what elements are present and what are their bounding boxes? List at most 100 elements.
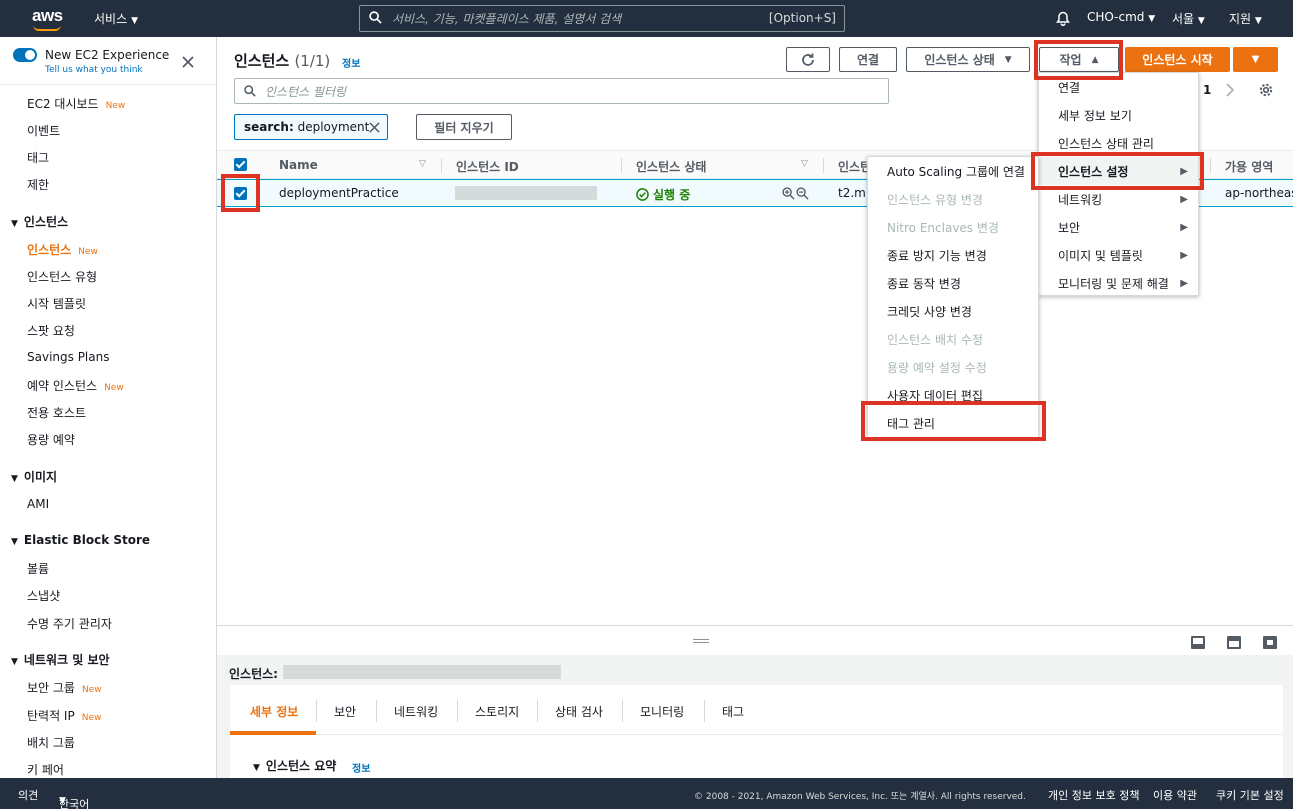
zoom-in-icon[interactable] [782,187,795,200]
panel-maximize-icon[interactable] [1263,636,1277,649]
sidebar-item-launch-templates[interactable]: 시작 템플릿 [27,295,86,312]
close-icon[interactable] [181,55,195,69]
row-checkbox[interactable] [234,187,247,200]
instance-type: t2.mi [838,186,870,200]
menu-item-view-details[interactable]: 세부 정보 보기 [1039,101,1198,129]
info-link[interactable]: 정보 [342,55,360,70]
sidebar-section-network-security[interactable]: ▼ 네트워크 및 보안 [11,651,110,668]
submenu-item-termination-protection[interactable]: 종료 방지 기능 변경 [868,241,1038,269]
menu-item-manage-instance-state[interactable]: 인스턴스 상태 관리 [1039,129,1198,157]
column-header-instance-state[interactable]: 인스턴스 상태 [636,158,706,175]
resize-grip-icon[interactable] [693,639,709,643]
services-menu[interactable]: 서비스 ▼ [94,10,138,27]
instance-summary: ▼ 인스턴스 요약 정보 [230,735,1283,778]
tab-networking[interactable]: 네트워킹 [394,703,438,720]
panel-side-icon[interactable] [1227,636,1241,649]
column-divider [823,158,824,173]
instance-filter-input[interactable] [265,83,865,100]
menu-item-images-templates[interactable]: 이미지 및 템플릿 ▶ [1039,241,1198,269]
caret-down-icon: ▼ [1197,16,1205,26]
privacy-policy-link[interactable]: 개인 정보 보호 정책 [1048,787,1139,803]
sidebar-item-reserved-instances[interactable]: 예약 인스턴스 New [27,377,124,394]
cookie-preferences-link[interactable]: 쿠키 기본 설정 [1216,787,1284,803]
terms-link[interactable]: 이용 약관 [1153,787,1197,803]
sidebar-item-volumes[interactable]: 볼륨 [27,560,49,577]
aws-logo[interactable]: aws [32,6,63,26]
sidebar-item-events[interactable]: 이벤트 [27,122,60,139]
zoom-out-icon[interactable] [796,187,809,200]
sidebar-item-security-groups[interactable]: 보안 그룹 New [27,679,102,696]
summary-info-link[interactable]: 정보 [352,760,370,775]
menu-item-security[interactable]: 보안 ▶ [1039,213,1198,241]
sidebar-item-ec2-dashboard[interactable]: EC2 대시보드 New [27,95,125,112]
sort-icon[interactable]: ▽ [419,159,426,169]
global-search[interactable]: [Option+S] [359,5,845,32]
sidebar-section-ebs[interactable]: ▼ Elastic Block Store [11,533,150,547]
sidebar-section-instances[interactable]: ▼ 인스턴스 [11,213,68,230]
sidebar-item-tags[interactable]: 태그 [27,149,49,166]
actions-button[interactable]: 작업 ▲ [1039,47,1119,72]
tab-monitoring[interactable]: 모니터링 [640,703,684,720]
close-icon[interactable] [368,121,381,134]
menu-item-monitoring-troubleshoot[interactable]: 모니터링 및 문제 해결 ▶ [1039,269,1198,297]
sidebar-item-instances[interactable]: 인스턴스 New [27,241,98,258]
tab-storage[interactable]: 스토리지 [475,703,519,720]
sidebar-item-placement-groups[interactable]: 배치 그룹 [27,734,75,751]
sidebar-item-savings-plans[interactable]: Savings Plans [27,350,109,364]
sidebar-item-key-pairs[interactable]: 키 페어 [27,761,64,778]
instance-state-button[interactable]: 인스턴스 상태 ▼ [906,47,1030,72]
summary-toggle[interactable]: ▼ 인스턴스 요약 [253,757,336,774]
sidebar-item-snapshots[interactable]: 스냅샷 [27,587,60,604]
sidebar-item-spot-requests[interactable]: 스팟 요청 [27,322,75,339]
column-header-availability-zone[interactable]: 가용 영역 [1225,158,1273,175]
instance-filter[interactable] [234,78,889,104]
connect-button[interactable]: 연결 [839,47,897,72]
support-menu[interactable]: 지원 ▼ [1229,10,1262,27]
select-all-checkbox[interactable] [234,158,247,171]
sidebar-item-lifecycle-manager[interactable]: 수명 주기 관리자 [27,615,112,632]
sidebar-item-instance-types[interactable]: 인스턴스 유형 [27,268,97,285]
launch-options-button[interactable]: ▼ [1233,47,1278,72]
tab-security[interactable]: 보안 [334,703,356,720]
clear-filters-button[interactable]: 필터 지우기 [416,114,512,140]
sidebar-item-capacity-reservations[interactable]: 용량 예약 [27,431,75,448]
instance-state: 실행 중 [636,186,690,203]
global-search-input[interactable] [392,9,752,28]
column-header-name[interactable]: Name [279,158,318,172]
feedback-link[interactable]: 의견 [18,787,38,803]
menu-item-label: 이미지 및 템플릿 [1058,248,1143,263]
menu-item-networking[interactable]: 네트워킹 ▶ [1039,185,1198,213]
submenu-item-manage-tags[interactable]: 태그 관리 [868,409,1038,437]
submenu-item-credit-specification[interactable]: 크레딧 사양 변경 [868,297,1038,325]
sidebar-item-ami[interactable]: AMI [27,497,49,511]
column-header-instance-id[interactable]: 인스턴스 ID [456,158,519,175]
submenu-item-change-nitro-enclaves: Nitro Enclaves 변경 [887,220,999,235]
chevron-right-icon[interactable] [1225,82,1235,98]
menu-item-connect[interactable]: 연결 [1039,73,1198,101]
section-label: 이미지 [23,470,58,484]
new-experience-toggle[interactable] [13,48,37,62]
launch-instances-button[interactable]: 인스턴스 시작 [1125,47,1230,72]
account-menu[interactable]: CHO-cmd ▼ [1087,10,1155,24]
button-label: 인스턴스 상태 [924,53,995,67]
region-menu[interactable]: 서울 ▼ [1172,10,1205,27]
tab-details[interactable]: 세부 정보 [250,703,298,720]
gear-icon[interactable] [1258,82,1274,98]
submenu-item-attach-asg[interactable]: Auto Scaling 그룹에 연결 [868,157,1038,185]
tab-tags[interactable]: 태그 [722,703,744,720]
sidebar-item-dedicated-hosts[interactable]: 전용 호스트 [27,404,86,421]
sort-icon[interactable]: ▽ [801,159,808,169]
tab-status-checks[interactable]: 상태 검사 [555,703,603,720]
submenu-item-shutdown-behavior[interactable]: 종료 동작 변경 [868,269,1038,297]
sidebar-section-images[interactable]: ▼ 이미지 [11,468,57,485]
sidebar-item-limits[interactable]: 제한 [27,176,49,193]
submenu-item-modify-capacity-reservation: 용량 예약 설정 수정 [887,360,987,375]
panel-bottom-icon[interactable] [1191,636,1205,649]
page-number[interactable]: 1 [1203,83,1211,97]
feedback-link[interactable]: Tell us what you think [45,65,143,75]
refresh-button[interactable] [786,47,830,72]
bell-icon[interactable] [1056,11,1070,26]
sidebar-item-elastic-ips[interactable]: 탄력적 IP New [27,707,101,724]
submenu-item-edit-user-data[interactable]: 사용자 데이터 편집 [868,381,1038,409]
menu-item-instance-settings[interactable]: 인스턴스 설정 ▶ [1039,157,1198,185]
